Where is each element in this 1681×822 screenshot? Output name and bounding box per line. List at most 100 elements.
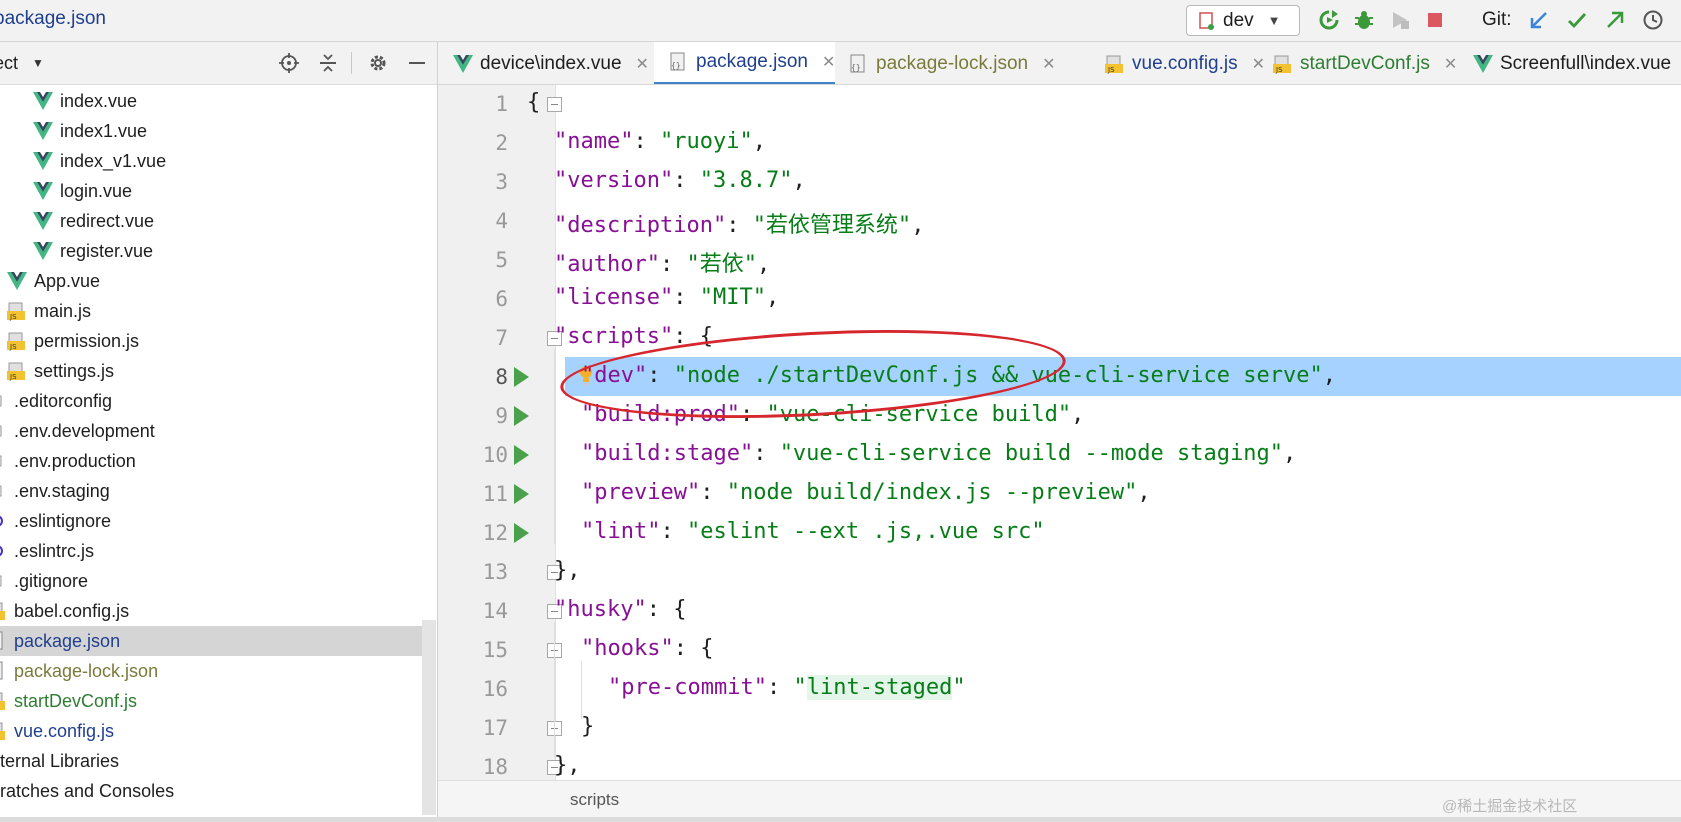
chevron-down-icon[interactable]: ▼: [32, 56, 44, 70]
code-line[interactable]: 6 "license": "MIT",: [438, 279, 1681, 318]
tree-item[interactable]: index_v1.vue: [0, 146, 422, 176]
debug-icon[interactable]: [1351, 7, 1377, 33]
tree-item[interactable]: JS main.js: [0, 296, 422, 326]
code-token: ,: [1322, 363, 1336, 388]
tree-item[interactable]: .env.development: [0, 416, 422, 446]
close-icon[interactable]: ✕: [1042, 54, 1055, 74]
code-line[interactable]: 13},: [438, 552, 1681, 591]
editor-tab[interactable]: JS vue.config.js ✕: [1090, 42, 1265, 84]
line-number: 17: [482, 716, 508, 740]
code-token: },: [554, 753, 581, 778]
line-number: 11: [482, 482, 508, 506]
indent-guide: [554, 349, 555, 544]
tree-item[interactable]: ternal Libraries: [0, 746, 422, 776]
code-line[interactable]: 14 "husky": {: [438, 591, 1681, 630]
tree-scrollbar[interactable]: [422, 620, 436, 815]
breadcrumb[interactable]: scripts: [570, 790, 619, 810]
tree-item[interactable]: redirect.vue: [0, 206, 422, 236]
tree-item-label: package.json: [14, 630, 121, 651]
line-number: 4: [495, 209, 508, 233]
git-commit-icon[interactable]: [1564, 7, 1590, 33]
run-config-select[interactable]: dev ▼: [1186, 5, 1300, 36]
code-line[interactable]: 11 "preview": "node build/index.js --prev…: [438, 474, 1681, 513]
editor-tab[interactable]: device\index.vue ✕: [438, 42, 649, 84]
tree-item[interactable]: index1.vue: [0, 116, 422, 146]
code-token: "husky": [554, 597, 647, 622]
tree-item[interactable]: App.vue: [0, 266, 422, 296]
run-script-icon[interactable]: [514, 445, 529, 465]
code-token: "3.8.7": [699, 168, 793, 193]
editor-tab[interactable]: {} package-lock.json ✕: [834, 42, 1056, 84]
js-icon: JS: [0, 720, 8, 742]
eslint-icon: [0, 540, 8, 562]
code-line[interactable]: 12 "lint": "eslint --ext .js,.vue src": [438, 513, 1681, 552]
code-text: "pre-commit": "lint-staged": [608, 675, 966, 700]
run-script-icon[interactable]: [514, 484, 529, 504]
tree-item[interactable]: JS vue.config.js: [0, 716, 422, 746]
tree-item[interactable]: JS permission.js: [0, 326, 422, 356]
fold-marker-icon[interactable]: [547, 97, 562, 112]
code-editor[interactable]: 1{2 "name": "ruoyi", 3 "version": "3.8.7", 4…: [438, 85, 1681, 780]
tree-item[interactable]: .eslintrc.js: [0, 536, 422, 566]
editor-tab[interactable]: Screenfull\index.vue: [1458, 42, 1671, 84]
config-icon: [0, 390, 8, 412]
config-icon: [0, 480, 8, 502]
locate-icon[interactable]: [277, 51, 301, 75]
code-line[interactable]: 5 "author": "若依",: [438, 240, 1681, 279]
git-push-icon[interactable]: [1602, 7, 1628, 33]
tree-item[interactable]: .env.staging: [0, 476, 422, 506]
stop-icon[interactable]: [1422, 7, 1448, 33]
tree-item[interactable]: login.vue: [0, 176, 422, 206]
run-config-icon: [1199, 11, 1215, 30]
editor-tab[interactable]: {} package.json ✕: [654, 42, 836, 84]
line-number: 10: [482, 443, 508, 467]
code-line[interactable]: 2 "name": "ruoyi",: [438, 123, 1681, 162]
code-token: ,: [765, 285, 780, 310]
tree-item[interactable]: .eslintignore: [0, 506, 422, 536]
code-token: lint-staged: [806, 675, 953, 700]
code-line[interactable]: 3 "version": "3.8.7",: [438, 162, 1681, 201]
code-line[interactable]: 10 "build:stage": "vue-cli-service build …: [438, 435, 1681, 474]
code-token: "name": [554, 129, 634, 154]
code-text: "name": "ruoyi",: [554, 129, 766, 154]
history-icon[interactable]: [1640, 7, 1666, 33]
tree-item[interactable]: .editorconfig: [0, 386, 422, 416]
minimize-icon[interactable]: [405, 51, 429, 75]
tree-item[interactable]: JS babel.config.js: [0, 596, 422, 626]
code-line[interactable]: 17}: [438, 708, 1681, 747]
tree-item[interactable]: .env.production: [0, 446, 422, 476]
nav-bar-file-name[interactable]: package.json: [0, 8, 106, 30]
tree-item[interactable]: index.vue: [0, 86, 422, 116]
tree-item[interactable]: ratches and Consoles: [0, 776, 422, 806]
run-config-label: dev: [1223, 9, 1254, 31]
run-script-icon[interactable]: [514, 406, 529, 426]
close-icon[interactable]: ✕: [636, 54, 649, 74]
project-view-title[interactable]: ect: [0, 53, 18, 74]
json-icon: {}: [668, 51, 690, 73]
tree-item[interactable]: {} package.json: [0, 626, 422, 656]
close-icon[interactable]: ✕: [1444, 54, 1457, 74]
tree-item[interactable]: register.vue: [0, 236, 422, 266]
vue-icon: [32, 240, 54, 262]
run-script-icon[interactable]: [514, 367, 529, 387]
code-line[interactable]: 1{: [438, 85, 1681, 123]
tree-item[interactable]: {} package-lock.json: [0, 656, 422, 686]
code-line[interactable]: 15 "hooks": {: [438, 630, 1681, 669]
code-line[interactable]: 16 "pre-commit": "lint-staged": [438, 669, 1681, 708]
code-line[interactable]: 18},: [438, 747, 1681, 780]
git-update-icon[interactable]: [1526, 7, 1552, 33]
coverage-icon[interactable]: [1387, 7, 1413, 33]
code-line[interactable]: 7 "scripts": {: [438, 318, 1681, 357]
gear-icon[interactable]: [366, 51, 390, 75]
editor-tab[interactable]: JS startDevConf.js ✕: [1258, 42, 1457, 84]
js-icon: JS: [0, 690, 8, 712]
line-number: 16: [482, 677, 508, 701]
run-script-icon[interactable]: [514, 523, 529, 543]
rerun-icon[interactable]: [1316, 7, 1342, 33]
tree-item[interactable]: .gitignore: [0, 566, 422, 596]
code-line[interactable]: 4 "description": "若依管理系统",: [438, 201, 1681, 240]
tree-item[interactable]: JS settings.js: [0, 356, 422, 386]
tree-item[interactable]: JS startDevConf.js: [0, 686, 422, 716]
collapse-all-icon[interactable]: [316, 51, 340, 75]
code-token: "hooks": [581, 636, 674, 661]
